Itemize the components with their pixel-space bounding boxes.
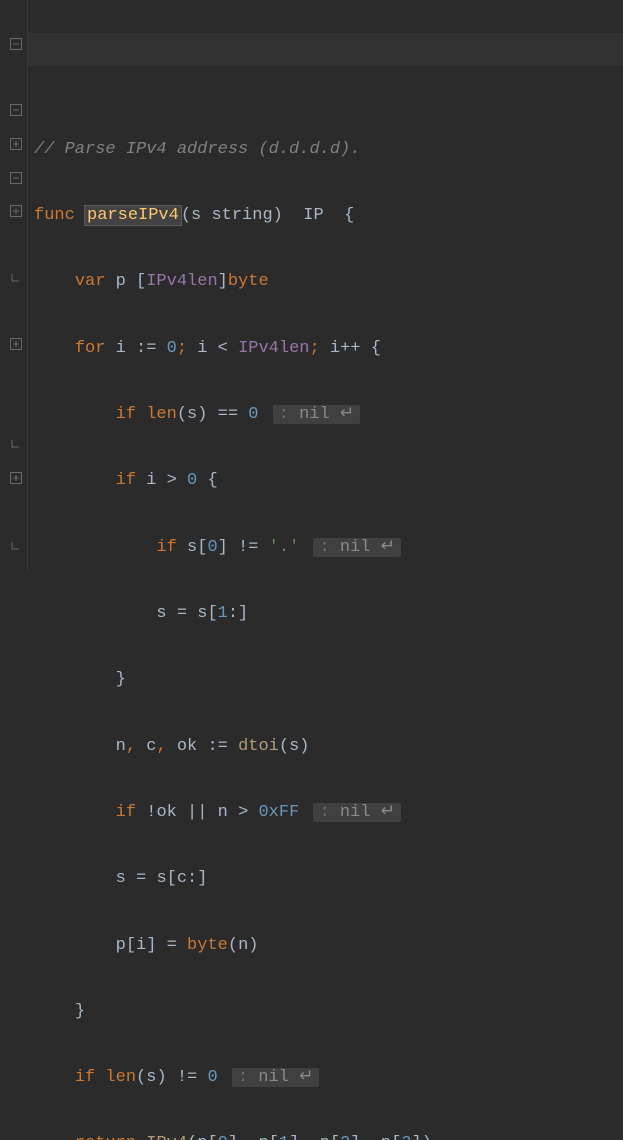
fold-end-marker[interactable]: [10, 540, 22, 552]
code-line[interactable]: if !ok || n > 0xFF : nil ↵: [34, 796, 623, 829]
code-line[interactable]: for i := 0; i < IPv4len; i++ {: [34, 332, 623, 365]
fold-end-marker[interactable]: [10, 272, 22, 284]
code-line[interactable]: func parseIPv4(s string) IP {: [34, 199, 623, 232]
current-line-highlight: [28, 33, 623, 66]
fold-hint[interactable]: : nil ↵: [313, 803, 400, 822]
fold-marker[interactable]: [10, 205, 22, 217]
fold-hint[interactable]: : nil ↵: [313, 538, 400, 557]
fold-marker[interactable]: [10, 138, 22, 150]
code-line[interactable]: if len(s) == 0 : nil ↵: [34, 398, 623, 431]
fold-marker[interactable]: [10, 338, 22, 350]
comment-text: // Parse IPv4 address (d.d.d.d).: [34, 140, 360, 159]
fold-marker[interactable]: [10, 472, 22, 484]
code-line[interactable]: s = s[c:]: [34, 862, 623, 895]
code-line[interactable]: p[i] = byte(n): [34, 929, 623, 962]
code-line[interactable]: s = s[1:]: [34, 597, 623, 630]
fold-hint[interactable]: : nil ↵: [232, 1068, 319, 1087]
code-line[interactable]: // Parse IPv4 address (d.d.d.d).: [34, 133, 623, 166]
code-line[interactable]: }: [34, 995, 623, 1028]
code-line[interactable]: if s[0] != '.' : nil ↵: [34, 531, 623, 564]
code-line[interactable]: var p [IPv4len]byte: [34, 265, 623, 298]
fold-marker[interactable]: [10, 38, 22, 50]
fold-end-marker[interactable]: [10, 438, 22, 450]
code-line[interactable]: if i > 0 {: [34, 464, 623, 497]
cursor-selection: parseIPv4: [85, 206, 181, 225]
code-editor[interactable]: // Parse IPv4 address (d.d.d.d). func pa…: [28, 0, 623, 570]
code-line[interactable]: }: [34, 663, 623, 696]
fold-marker[interactable]: [10, 172, 22, 184]
code-line[interactable]: return IPv4(p[0], p[1], p[2], p[3]): [34, 1127, 623, 1140]
fold-hint[interactable]: : nil ↵: [273, 405, 360, 424]
fold-marker[interactable]: [10, 104, 22, 116]
gutter: [0, 0, 28, 570]
code-line[interactable]: if len(s) != 0 : nil ↵: [34, 1061, 623, 1094]
code-line[interactable]: n, c, ok := dtoi(s): [34, 730, 623, 763]
